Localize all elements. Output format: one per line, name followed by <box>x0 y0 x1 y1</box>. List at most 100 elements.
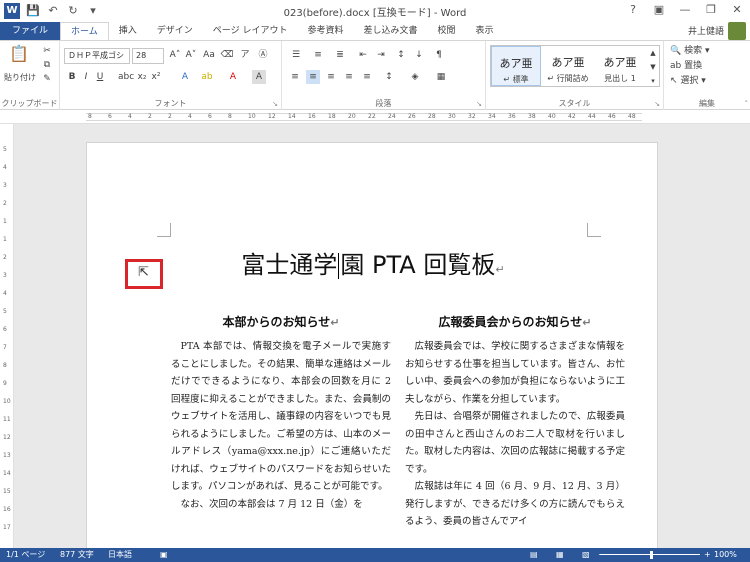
ruler-tick-label: 14 <box>3 470 11 477</box>
dialog-launcher-icon[interactable]: ↘ <box>476 100 482 108</box>
ruler-tick-label: 13 <box>3 452 11 459</box>
document-area[interactable]: 富士通学園 PTA 回覧板↵ 本部からのお知らせ↵ PTA 本部では、情報交換を… <box>14 124 750 548</box>
find-button[interactable]: 🔍 検索 ▾ <box>670 44 744 58</box>
bold-icon[interactable]: B <box>66 70 78 84</box>
restore-icon[interactable]: ❐ <box>698 0 724 20</box>
dialog-launcher-icon[interactable]: ↘ <box>272 100 278 108</box>
char-shading-icon[interactable]: A <box>252 70 266 84</box>
horizontal-ruler[interactable]: 8 6 4 2 2 4 6 8 10 12 14 16 18 20 22 24 26 28 30 32 34 36 38 40… <box>0 110 750 124</box>
tab-references[interactable]: 参考資料 <box>297 22 353 40</box>
group-label: 段落 <box>375 99 392 108</box>
shrink-font-icon[interactable]: A˅ <box>184 48 198 62</box>
collapse-ribbon-icon[interactable]: ˄ <box>745 100 749 108</box>
tab-page-layout[interactable]: ページ レイアウト <box>203 22 298 40</box>
multilevel-list-icon[interactable]: ≣ <box>332 48 348 62</box>
borders-icon[interactable]: ▦ <box>434 70 448 84</box>
ruler-tick-label: 15 <box>3 488 11 495</box>
zoom-level[interactable]: 100% <box>714 548 737 562</box>
styles-more-icon[interactable]: ▲ ▼ ▾ <box>647 46 659 88</box>
zoom-out-icon[interactable]: − <box>598 548 605 562</box>
superscript-icon[interactable]: x² <box>150 70 162 84</box>
distribute-icon[interactable]: ≡ <box>360 70 374 84</box>
ruler-tick-label: 1 <box>3 236 7 243</box>
paste-button[interactable]: 貼り付け <box>2 71 38 85</box>
shading-icon[interactable]: ◈ <box>408 70 422 84</box>
zoom-in-icon[interactable]: + <box>704 548 711 562</box>
paragraph: 広報委員会では、学校に関するさまざまな情報をお知らせする仕事を担当しています。皆… <box>405 341 625 405</box>
ruler-tick-label: 26 <box>408 113 416 120</box>
increase-indent-icon[interactable]: ⇥ <box>374 48 388 62</box>
bullets-icon[interactable]: ☰ <box>288 48 304 62</box>
font-color-icon[interactable]: A <box>226 70 240 84</box>
font-size-select[interactable]: 28 <box>132 48 164 64</box>
vertical-ruler[interactable]: 5 4 3 2 1 1 2 3 4 5 6 7 8 9 10 11 12 13 14 15 16 17 <box>0 124 14 548</box>
proofing-icon[interactable]: ▣ <box>160 548 168 562</box>
decrease-indent-icon[interactable]: ⇤ <box>356 48 370 62</box>
user-name[interactable]: 井上健語 <box>688 24 724 37</box>
minimize-icon[interactable]: — <box>672 0 698 20</box>
select-button[interactable]: ↖ 選択 ▾ <box>670 74 744 88</box>
language-indicator[interactable]: 日本語 <box>108 548 132 562</box>
style-no-spacing[interactable]: あア亜 ↵ 行間詰め <box>543 46 593 86</box>
strikethrough-icon[interactable]: abc <box>118 70 134 84</box>
dialog-launcher-icon[interactable]: ↘ <box>654 100 660 108</box>
font-name-select[interactable]: ＤＨＰ平成ゴシ <box>64 48 130 64</box>
show-marks-icon[interactable]: ¶ <box>432 48 446 62</box>
line-spacing-icon[interactable]: ↕ <box>382 70 396 84</box>
zoom-slider-thumb[interactable] <box>650 551 653 559</box>
group-editing: 🔍 検索 ▾ ab 置換 ↖ 選択 ▾ 編集 ˄ <box>664 41 750 111</box>
paste-icon[interactable]: 📋 <box>6 46 32 69</box>
mouse-pointer-icon: ⇱ <box>138 265 149 280</box>
close-icon[interactable]: ✕ <box>724 0 750 20</box>
text-direction-icon[interactable]: ↕ <box>394 48 408 62</box>
ruler-tick-label: 1 <box>3 218 7 225</box>
subscript-icon[interactable]: x₂ <box>136 70 148 84</box>
ruler-tick-label: 2 <box>3 200 7 207</box>
tab-review[interactable]: 校閲 <box>428 22 466 40</box>
replace-button[interactable]: ab 置換 <box>670 59 744 73</box>
align-center-icon[interactable]: ≡ <box>306 70 320 84</box>
read-mode-icon[interactable]: ▤ <box>530 548 538 562</box>
tab-home[interactable]: ホーム <box>60 22 109 40</box>
ribbon-tabs: ファイル ホーム 挿入 デザイン ページ レイアウト 参考資料 差し込み文書 校… <box>0 22 750 40</box>
enclose-char-icon[interactable]: Ⓐ <box>256 48 270 62</box>
text-effects-icon[interactable]: A <box>178 70 192 84</box>
document-title[interactable]: 富士通学園 PTA 回覧板↵ <box>87 245 659 280</box>
style-heading-1[interactable]: あア亜 見出し 1 <box>595 46 645 86</box>
ribbon-display-icon[interactable]: ▣ <box>646 0 672 20</box>
tab-mailings[interactable]: 差し込み文書 <box>353 22 427 40</box>
crop-mark <box>157 223 171 237</box>
ruler-tick-label: 20 <box>348 113 356 120</box>
page-count[interactable]: 1/1 ページ <box>6 548 45 562</box>
highlight-icon[interactable]: ab <box>200 70 214 84</box>
sort-icon[interactable]: ↓ <box>412 48 426 62</box>
format-painter-icon[interactable]: ✎ <box>40 72 54 86</box>
tab-design[interactable]: デザイン <box>147 22 203 40</box>
page[interactable]: 富士通学園 PTA 回覧板↵ 本部からのお知らせ↵ PTA 本部では、情報交換を… <box>86 142 658 548</box>
ruler-tick-label: 10 <box>248 113 256 120</box>
align-right-icon[interactable]: ≡ <box>324 70 338 84</box>
grow-font-icon[interactable]: A˄ <box>168 48 182 62</box>
numbering-icon[interactable]: ≡ <box>310 48 326 62</box>
cut-icon[interactable]: ✂ <box>40 44 54 58</box>
phonetic-guide-icon[interactable]: ア <box>238 48 252 62</box>
column-left[interactable]: 本部からのお知らせ↵ PTA 本部では、情報交換を電子メールで実施することにしま… <box>171 313 391 513</box>
print-layout-icon[interactable]: ▦ <box>556 548 564 562</box>
group-clipboard: 📋 貼り付け ✂ ⧉ ✎ クリップボード <box>0 41 60 111</box>
word-count[interactable]: 877 文字 <box>60 548 94 562</box>
change-case-icon[interactable]: Aa <box>202 48 216 62</box>
avatar[interactable] <box>728 22 746 40</box>
help-icon[interactable]: ? <box>620 0 646 20</box>
web-layout-icon[interactable]: ▧ <box>582 548 590 562</box>
align-left-icon[interactable]: ≡ <box>288 70 302 84</box>
tab-file[interactable]: ファイル <box>0 22 61 40</box>
tab-view[interactable]: 表示 <box>466 22 504 40</box>
clear-format-icon[interactable]: ⌫ <box>220 48 234 62</box>
style-normal[interactable]: あア亜 ↵ 標準 <box>491 46 541 86</box>
tab-insert[interactable]: 挿入 <box>109 22 147 40</box>
column-right[interactable]: 広報委員会からのお知らせ↵ 広報委員会では、学校に関するさまざまな情報をお知らせ… <box>405 313 625 531</box>
italic-icon[interactable]: I <box>80 70 92 84</box>
underline-icon[interactable]: U <box>94 70 106 84</box>
copy-icon[interactable]: ⧉ <box>40 58 54 72</box>
justify-icon[interactable]: ≡ <box>342 70 356 84</box>
